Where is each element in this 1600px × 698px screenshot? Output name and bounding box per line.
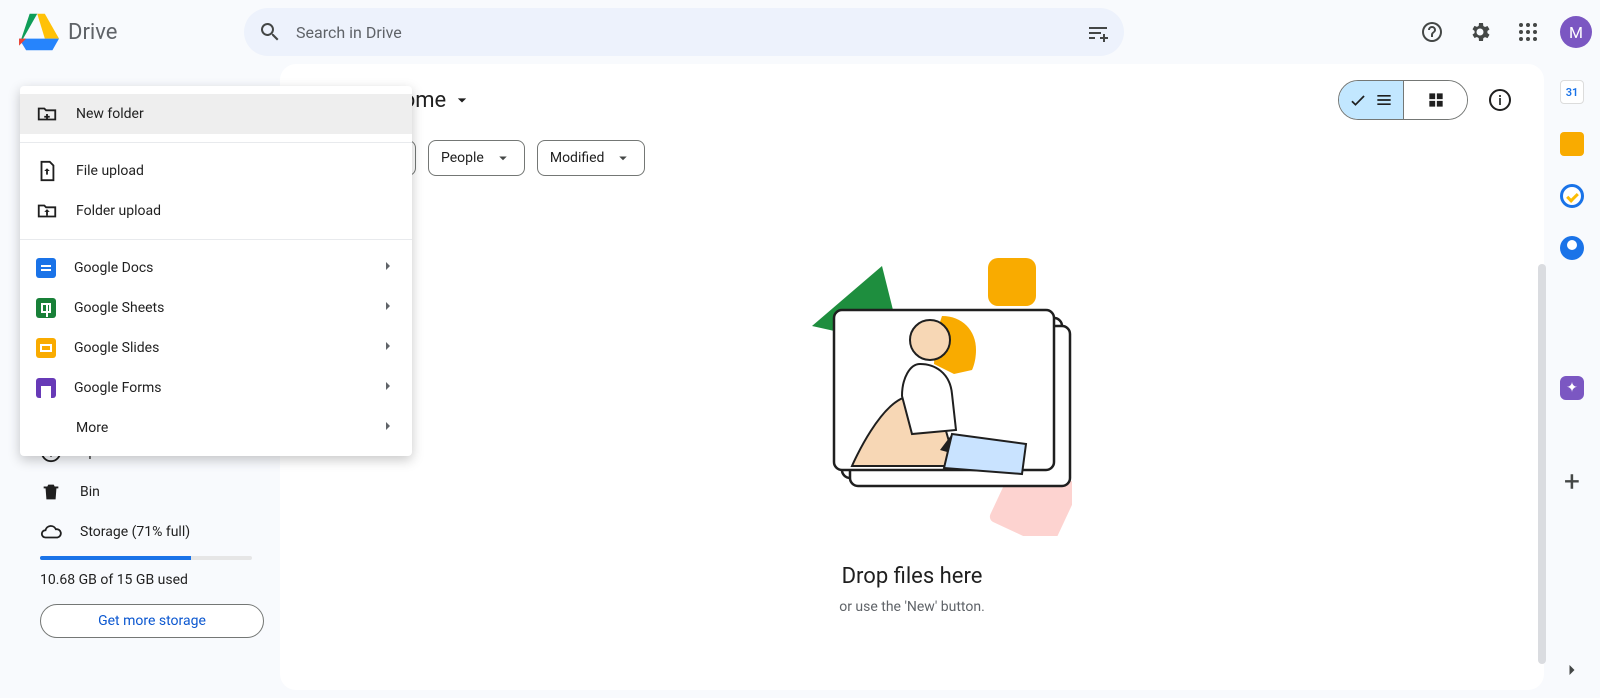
get-more-storage-button[interactable]: Get more storage: [40, 604, 264, 638]
keep-app-icon[interactable]: [1560, 132, 1584, 156]
check-icon: [1348, 90, 1368, 110]
empty-state-subtitle: or use the 'New' button.: [839, 599, 985, 615]
tasks-app-icon[interactable]: [1560, 184, 1584, 208]
apps-button[interactable]: [1508, 12, 1548, 52]
menu-label: More: [76, 420, 108, 436]
caret-down-icon: [452, 90, 472, 110]
contacts-app-icon[interactable]: [1560, 236, 1584, 260]
sidebar-item-bin[interactable]: Bin: [16, 472, 264, 512]
info-icon: [1488, 88, 1512, 112]
menu-label: Google Slides: [74, 340, 159, 356]
bin-icon: [40, 481, 62, 503]
menu-google-forms[interactable]: Google Forms: [20, 368, 412, 408]
search-icon: [258, 20, 282, 44]
account-avatar[interactable]: M: [1560, 16, 1592, 48]
submenu-arrow: [380, 258, 396, 278]
storage-bar-fill: [40, 556, 191, 560]
grid-view-button[interactable]: [1403, 81, 1467, 119]
new-context-menu: New folder File upload Folder upload Goo…: [20, 86, 412, 456]
menu-google-docs[interactable]: Google Docs: [20, 248, 412, 288]
view-controls: [1338, 80, 1520, 120]
menu-folder-upload[interactable]: Folder upload: [20, 191, 412, 231]
menu-more[interactable]: More: [20, 408, 412, 448]
empty-state: Drop files here or use the 'New' button.: [304, 176, 1520, 674]
grid-icon: [1426, 90, 1446, 110]
chevron-right-icon: [1562, 660, 1582, 680]
chip-label: Modified: [550, 150, 605, 166]
empty-state-illustration: [752, 236, 1072, 536]
chevron-right-icon: [380, 298, 396, 314]
calendar-app-icon[interactable]: 31: [1560, 80, 1584, 104]
slides-icon: [36, 338, 56, 358]
menu-label: New folder: [76, 106, 144, 122]
new-folder-icon: [36, 103, 58, 125]
get-addons-button[interactable]: +: [1564, 468, 1580, 496]
caret-down-icon: [614, 149, 632, 167]
chevron-right-icon: [380, 378, 396, 394]
menu-google-slides[interactable]: Google Slides: [20, 328, 412, 368]
chevron-right-icon: [380, 338, 396, 354]
app-name: Drive: [68, 20, 117, 45]
submenu-arrow: [380, 418, 396, 438]
menu-label: Google Sheets: [74, 300, 164, 316]
help-icon: [1420, 20, 1444, 44]
submenu-arrow: [380, 298, 396, 318]
menu-label: File upload: [76, 163, 144, 179]
settings-button[interactable]: [1460, 12, 1500, 52]
search-input[interactable]: [296, 23, 1072, 42]
filter-people-chip[interactable]: People: [428, 140, 525, 176]
submenu-arrow: [380, 338, 396, 358]
forms-icon: [36, 378, 56, 398]
main-content: rive Home: [280, 64, 1544, 690]
gear-icon: [1468, 20, 1492, 44]
menu-label: Google Docs: [74, 260, 153, 276]
side-panel-rail: 31 ✦ +: [1544, 64, 1600, 698]
drive-logo[interactable]: Drive: [16, 12, 236, 52]
cloud-icon: [40, 521, 62, 543]
drive-logo-icon: [16, 12, 60, 52]
docs-icon: [36, 258, 56, 278]
search-container: [244, 8, 1124, 56]
menu-new-folder[interactable]: New folder: [20, 94, 412, 134]
addon-app-icon[interactable]: ✦: [1560, 376, 1584, 400]
file-upload-icon: [36, 160, 58, 182]
hide-side-panel-button[interactable]: [1556, 654, 1588, 686]
search-bar[interactable]: [244, 8, 1124, 56]
menu-divider: [20, 142, 412, 143]
folder-upload-icon: [36, 200, 58, 222]
empty-state-title: Drop files here: [842, 564, 983, 589]
menu-file-upload[interactable]: File upload: [20, 151, 412, 191]
filter-chips: People Modified: [304, 140, 1520, 176]
layout-toggle: [1338, 80, 1468, 120]
header-actions: M: [1412, 12, 1592, 52]
menu-google-sheets[interactable]: Google Sheets: [20, 288, 412, 328]
menu-label: Google Forms: [74, 380, 162, 396]
chevron-right-icon: [380, 418, 396, 434]
list-view-button[interactable]: [1339, 81, 1403, 119]
caret-down-icon: [494, 149, 512, 167]
list-icon: [1374, 90, 1394, 110]
chevron-right-icon: [380, 258, 396, 274]
sheets-icon: [36, 298, 56, 318]
help-button[interactable]: [1412, 12, 1452, 52]
menu-label: Folder upload: [76, 203, 161, 219]
search-options-icon[interactable]: [1086, 20, 1110, 44]
chip-label: People: [441, 150, 484, 166]
storage-usage-text: 10.68 GB of 15 GB used: [16, 572, 264, 588]
submenu-arrow: [380, 378, 396, 398]
menu-divider: [20, 239, 412, 240]
storage-bar: [40, 556, 252, 560]
details-toggle-button[interactable]: [1480, 80, 1520, 120]
scrollbar[interactable]: [1538, 264, 1546, 664]
sidebar-label: Storage (71% full): [80, 524, 190, 540]
filter-modified-chip[interactable]: Modified: [537, 140, 646, 176]
apps-grid-icon: [1516, 20, 1540, 44]
app-header: Drive M: [0, 0, 1600, 64]
sidebar-item-storage[interactable]: Storage (71% full): [16, 512, 264, 552]
breadcrumb-row: rive Home: [304, 80, 1520, 120]
sidebar-label: Bin: [80, 484, 100, 500]
